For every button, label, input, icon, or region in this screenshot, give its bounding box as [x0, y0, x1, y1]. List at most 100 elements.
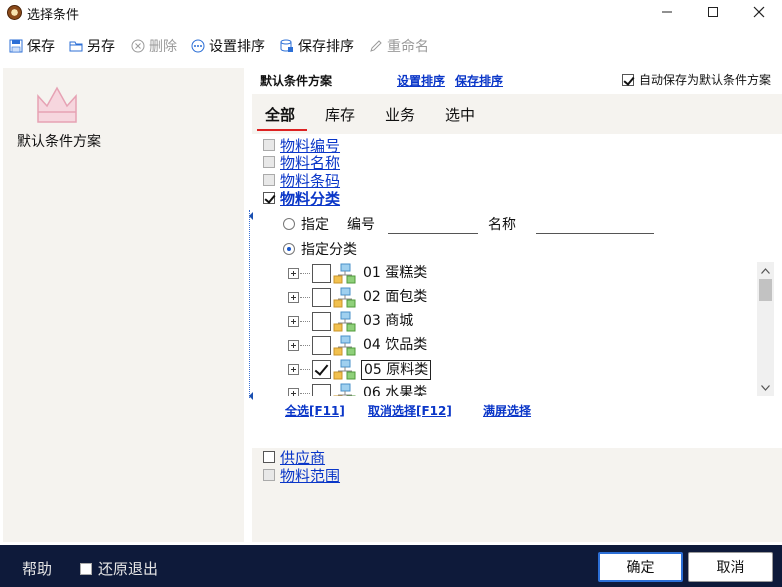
scroll-down-icon[interactable] [757, 379, 774, 396]
field-checkbox[interactable] [263, 156, 275, 168]
category-node-icon [333, 383, 356, 396]
help-link[interactable]: 帮助 [22, 558, 52, 579]
tree-node-label: 06 水果类 [363, 385, 428, 396]
select-all-link[interactable]: 全选[F11] [285, 402, 345, 419]
scheme-title: 默认条件方案 [260, 74, 333, 88]
maximize-icon[interactable] [690, 0, 736, 24]
tree-checkbox[interactable] [312, 264, 331, 283]
tab-business[interactable]: 业务 [385, 104, 415, 125]
expand-icon[interactable] [288, 268, 299, 279]
tree-node-label: 03 商城 [363, 313, 414, 329]
set-sort-button[interactable]: 设置排序 [191, 35, 265, 57]
field-link[interactable]: 物料范围 [280, 465, 340, 486]
lower-field-list [252, 448, 782, 542]
active-tab-indicator [257, 129, 307, 131]
radio-button[interactable] [283, 218, 295, 230]
field-item-category[interactable]: 物料分类 [263, 188, 340, 209]
save-sort-button[interactable]: 保存排序 [280, 35, 354, 57]
tree-checkbox[interactable] [312, 384, 331, 396]
save-label: 保存 [27, 39, 55, 55]
name-input[interactable] [536, 233, 654, 234]
tree-node-label: 05 原料类 [361, 360, 432, 380]
tree-node[interactable]: 03 商城 [284, 310, 754, 334]
pencil-icon [369, 39, 383, 53]
field-item-barcode[interactable]: 物料条码 [263, 171, 340, 190]
expand-icon[interactable] [288, 388, 299, 396]
field-checkbox[interactable] [263, 192, 275, 204]
field-checkbox[interactable] [263, 451, 275, 463]
rename-label: 重命名 [387, 39, 429, 55]
app-icon [7, 5, 22, 20]
radio-specify-label: 指定 [301, 217, 329, 233]
delete-button[interactable]: 删除 [131, 35, 177, 57]
field-link[interactable]: 物料分类 [280, 188, 340, 209]
delete-icon [131, 39, 145, 53]
expand-icon[interactable] [288, 340, 299, 351]
expand-icon[interactable] [288, 364, 299, 375]
tab-inventory[interactable]: 库存 [325, 104, 355, 125]
name-label: 名称 [488, 217, 516, 233]
ok-button[interactable]: 确定 [598, 552, 683, 582]
tree-node[interactable]: 01 蛋糕类 [284, 262, 754, 286]
save-button[interactable]: 保存 [9, 35, 55, 57]
field-checkbox[interactable] [263, 469, 275, 481]
expand-icon[interactable] [288, 292, 299, 303]
category-node-icon [333, 263, 356, 284]
scroll-thumb[interactable] [759, 279, 772, 301]
collapse-down-arrow-icon[interactable] [249, 392, 253, 400]
collapse-up-arrow-icon[interactable] [249, 212, 253, 220]
field-item-name[interactable]: 物料名称 [263, 153, 340, 172]
select-conditions-window: 选择条件 保存 另存 删除 设置排序 保存排序 重命名 默认条件方案 默认条件方… [0, 0, 782, 587]
scroll-up-icon[interactable] [757, 262, 774, 279]
restore-exit-label: 还原退出 [98, 560, 159, 578]
delete-label: 删除 [149, 39, 177, 55]
window-title: 选择条件 [27, 8, 80, 23]
tree-checkbox[interactable] [312, 336, 331, 355]
radio-specify-category[interactable]: 指定分类 [283, 239, 357, 259]
autosave-check-icon [622, 73, 634, 86]
field-item-supplier[interactable]: 供应商 [263, 448, 325, 467]
database-icon [280, 39, 294, 53]
tab-selected[interactable]: 选中 [445, 104, 475, 125]
tree-scrollbar[interactable] [757, 262, 774, 396]
autosave-label: 自动保存为默认条件方案 [639, 73, 772, 87]
code-input[interactable] [388, 233, 478, 234]
radio-specify[interactable]: 指定 [283, 214, 329, 234]
deselect-link[interactable]: 取消选择[F12] [368, 402, 452, 419]
tree-checkbox[interactable] [312, 312, 331, 331]
save-sort-label: 保存排序 [298, 39, 354, 55]
radio-specify-category-label: 指定分类 [301, 242, 357, 258]
fullscreen-select-link[interactable]: 满屏选择 [483, 402, 531, 419]
rename-button[interactable]: 重命名 [369, 35, 429, 57]
tree-checkbox[interactable] [312, 288, 331, 307]
crown-icon [37, 86, 77, 123]
tree-node-label: 02 面包类 [363, 289, 428, 305]
category-node-icon [333, 359, 356, 380]
field-checkbox[interactable] [263, 139, 275, 151]
tree-checkbox[interactable] [312, 360, 331, 379]
restore-exit-checkbox[interactable]: 还原退出 [80, 558, 158, 579]
tree-node[interactable]: 04 饮品类 [284, 334, 754, 358]
tree-node[interactable]: 05 原料类 [284, 358, 754, 382]
save-sort-link[interactable]: 保存排序 [455, 72, 503, 89]
radio-button[interactable] [283, 243, 295, 255]
set-sort-link[interactable]: 设置排序 [397, 72, 445, 89]
field-checkbox[interactable] [263, 174, 275, 186]
expand-icon[interactable] [288, 316, 299, 327]
close-icon[interactable] [736, 0, 782, 24]
tree-node-label: 01 蛋糕类 [363, 265, 428, 281]
tab-all[interactable]: 全部 [265, 104, 295, 125]
cancel-button[interactable]: 取消 [688, 552, 773, 582]
minimize-icon[interactable] [644, 0, 690, 24]
save-as-button[interactable]: 另存 [69, 35, 115, 57]
sort-settings-icon [191, 39, 205, 53]
field-item-range[interactable]: 物料范围 [263, 465, 340, 486]
tree-node[interactable]: 02 面包类 [284, 286, 754, 310]
collapse-edge[interactable] [249, 210, 252, 398]
tree-node[interactable]: 06 水果类 [284, 382, 754, 396]
folder-icon [69, 39, 83, 53]
scheme-label: 默认条件方案 [17, 134, 101, 150]
autosave-checkbox[interactable]: 自动保存为默认条件方案 [622, 71, 771, 88]
restore-check-icon [80, 562, 92, 575]
code-label: 编号 [347, 217, 375, 233]
